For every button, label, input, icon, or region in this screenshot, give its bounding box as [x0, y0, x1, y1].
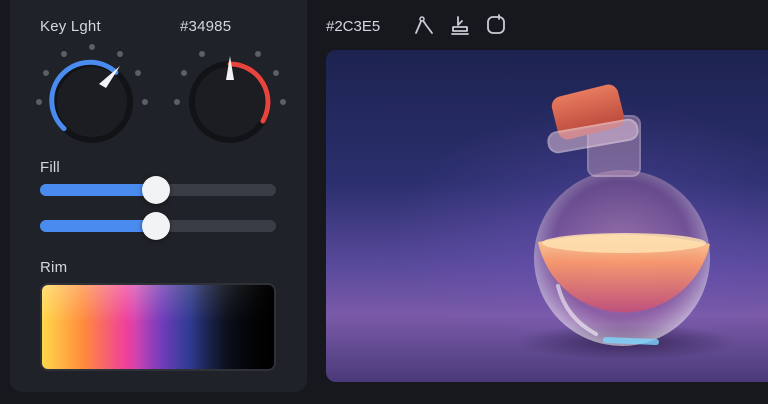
knob-tick — [142, 99, 148, 105]
knob-tick — [255, 51, 261, 57]
knob-tick — [89, 44, 95, 50]
color-hex-value: #2C3E5 — [326, 18, 381, 35]
knob-tick — [36, 99, 42, 105]
color-knob[interactable] — [174, 44, 286, 144]
rim-color-gradient-picker[interactable] — [40, 283, 276, 371]
knob-tick — [61, 51, 67, 57]
potion-bottle-image — [326, 50, 768, 382]
knob-a-label: Key Lght — [40, 18, 101, 35]
knob-tick — [181, 70, 187, 76]
stamp-icon[interactable] — [448, 13, 472, 37]
fill-slider-2[interactable] — [40, 212, 276, 240]
key-light-knob[interactable] — [36, 44, 148, 144]
fill-label: Fill — [40, 159, 60, 176]
liquid-surface — [542, 233, 706, 253]
rim-label: Rim — [40, 259, 68, 276]
pen-path-icon[interactable] — [412, 13, 436, 37]
fill-slider-1[interactable] — [40, 176, 276, 204]
knob-tick — [174, 99, 180, 105]
knob-tick — [43, 70, 49, 76]
slider-fill — [40, 220, 156, 232]
knob-tick — [273, 70, 279, 76]
knob-tick — [280, 99, 286, 105]
preview-toolbar: #2C3E5 — [326, 0, 768, 50]
slider-thumb[interactable] — [141, 212, 170, 240]
knob-tick — [135, 70, 141, 76]
knob-tick — [117, 51, 123, 57]
rim-light — [603, 337, 659, 345]
rounded-square-icon[interactable] — [484, 13, 508, 37]
slider-thumb[interactable] — [141, 176, 170, 204]
knob-b-label: #34985 — [180, 18, 232, 35]
knob-tick — [199, 51, 205, 57]
slider-fill — [40, 184, 156, 196]
